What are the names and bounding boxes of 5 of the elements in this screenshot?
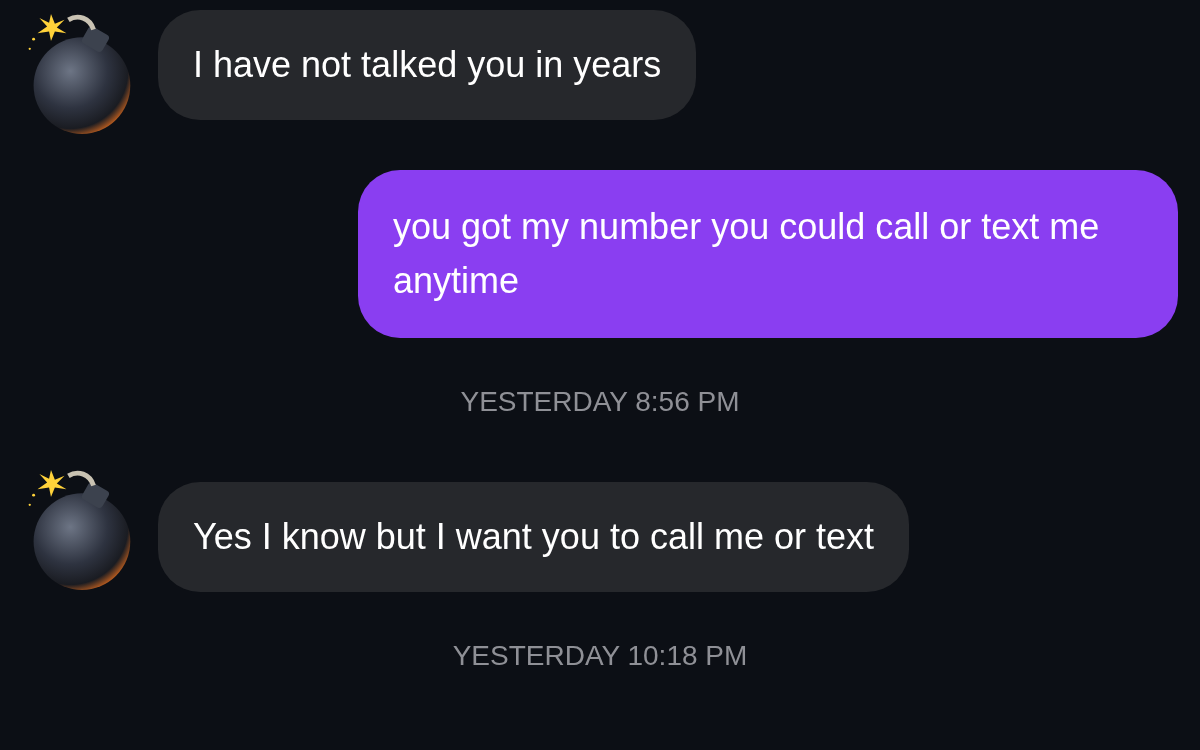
- timestamp: YESTERDAY 10:18 PM: [452, 640, 748, 671]
- message-bubble: Yes I know but I want you to call me or text: [158, 482, 909, 592]
- message-bubble: I have not talked you in years: [158, 10, 697, 120]
- timestamp: YESTERDAY 8:56 PM: [460, 386, 740, 417]
- message-bubble: you got my number you could call or text me anytime: [358, 170, 1178, 338]
